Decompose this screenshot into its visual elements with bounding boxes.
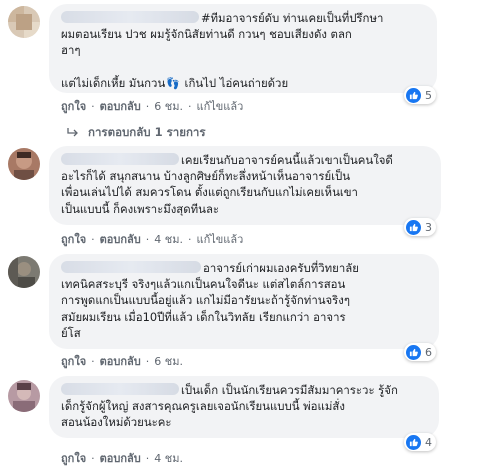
avatar[interactable] xyxy=(8,6,40,38)
separator-dot: · xyxy=(187,232,192,246)
separator-dot: · xyxy=(145,99,150,113)
footprints-icon: 👣 xyxy=(166,76,180,90)
edited-label[interactable]: แก้ไขแล้ว xyxy=(196,230,243,248)
author-name[interactable] xyxy=(61,153,179,165)
comment-actions: ถูกใจ · ตอบกลับ · 4 ชม. · แก้ไขแล้ว xyxy=(61,230,243,248)
reaction-count[interactable]: 4 xyxy=(404,433,436,451)
separator-dot: · xyxy=(91,451,95,465)
comment-bubble: #ทีมอาจารย์ดับ ท่านเคยเป็นที่ปรึกษา ผมตอ… xyxy=(49,4,437,93)
reaction-count[interactable]: 6 xyxy=(404,343,436,361)
reaction-count[interactable]: 5 xyxy=(404,86,436,104)
comment-actions: ถูกใจ · ตอบกลับ · 4 ชม. xyxy=(61,449,183,467)
like-link[interactable]: ถูกใจ xyxy=(61,352,86,370)
timestamp[interactable]: 4 ชม. xyxy=(154,449,183,467)
comment-actions: ถูกใจ · ตอบกลับ · 6 ชม. xyxy=(61,352,183,370)
separator-dot: · xyxy=(145,232,150,246)
reply-link[interactable]: ตอบกลับ xyxy=(100,230,141,248)
separator-dot: · xyxy=(91,232,95,246)
separator-dot: · xyxy=(91,99,95,113)
avatar[interactable] xyxy=(8,148,40,180)
separator-dot: · xyxy=(145,451,150,465)
reply-link[interactable]: ตอบกลับ xyxy=(100,97,141,115)
like-link[interactable]: ถูกใจ xyxy=(61,449,86,467)
timestamp[interactable]: 4 ชม. xyxy=(154,230,183,248)
author-name[interactable] xyxy=(61,261,201,273)
like-reaction-icon xyxy=(406,219,421,235)
separator-dot: · xyxy=(187,99,192,113)
comment-text-continued: เกินไป ไอ่คนถ่ายด้วย xyxy=(180,75,289,90)
like-reaction-icon xyxy=(406,434,421,450)
comment-bubble: เคยเรียนกับอาจารย์คนนี้แล้วเขาเป็นคนใจดี… xyxy=(49,146,441,225)
edited-label[interactable]: แก้ไขแล้ว xyxy=(196,97,243,115)
reply-link[interactable]: ตอบกลับ xyxy=(100,449,141,467)
like-link[interactable]: ถูกใจ xyxy=(61,97,86,115)
timestamp[interactable]: 6 ชม. xyxy=(154,97,183,115)
comment-bubble: อาจารย์เก่าผมเองครับที่วิทยาลัย เทคนิคสร… xyxy=(49,254,439,349)
replies-label: การตอบกลับ 1 รายการ xyxy=(88,125,206,139)
reaction-count[interactable]: 3 xyxy=(404,218,436,236)
reaction-count-value: 6 xyxy=(425,345,432,359)
like-link[interactable]: ถูกใจ xyxy=(61,230,86,248)
comment-bubble: เป็นเด็ก เป็นนักเรียนควรมีสัมมาคาระวะ รู… xyxy=(49,376,439,438)
reply-arrow-icon xyxy=(67,128,78,137)
avatar[interactable] xyxy=(8,380,40,412)
like-reaction-icon xyxy=(406,344,421,360)
reply-link[interactable]: ตอบกลับ xyxy=(100,352,141,370)
author-name[interactable] xyxy=(61,11,199,23)
avatar[interactable] xyxy=(8,256,40,288)
reaction-count-value: 4 xyxy=(425,435,432,449)
timestamp[interactable]: 6 ชม. xyxy=(154,352,183,370)
like-reaction-icon xyxy=(406,87,421,103)
separator-dot: · xyxy=(145,354,150,368)
view-replies-link[interactable]: การตอบกลับ 1 รายการ xyxy=(66,124,206,142)
comment-actions: ถูกใจ · ตอบกลับ · 6 ชม. · แก้ไขแล้ว xyxy=(61,97,243,115)
reaction-count-value: 3 xyxy=(425,220,432,234)
author-name[interactable] xyxy=(61,383,179,395)
reaction-count-value: 5 xyxy=(425,88,432,102)
separator-dot: · xyxy=(91,354,95,368)
